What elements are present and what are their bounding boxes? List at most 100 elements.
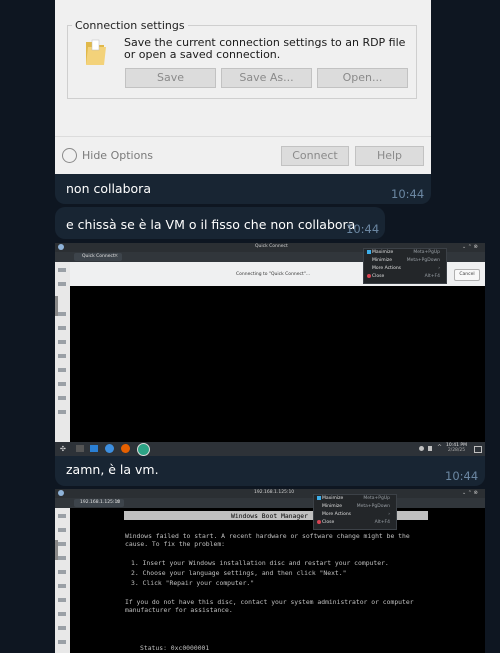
menu-item-label: Close <box>322 520 335 525</box>
chevron-up-icon[interactable]: ^ <box>437 444 442 451</box>
connecting-status: Connecting to "Quick Connect"... <box>236 272 311 277</box>
window-title: Quick Connect <box>255 244 288 249</box>
network-icon[interactable] <box>419 446 424 451</box>
toolbar-icon[interactable] <box>58 382 66 386</box>
toolbar-icon[interactable] <box>58 514 66 518</box>
message-time: 10:44 <box>445 469 479 483</box>
window-context-menu[interactable]: Maximize Meta+PgUp Minimize Meta+PgDown Mo… <box>363 248 447 284</box>
close-circle-icon <box>317 520 321 524</box>
toolbar-icon[interactable] <box>58 556 66 560</box>
boot-manager-title: Windows Boot Manager <box>231 512 308 520</box>
menu-item-shortcut: Meta+PgUp <box>413 250 440 255</box>
toolbar-icon[interactable] <box>58 354 66 358</box>
show-desktop-icon[interactable] <box>474 446 482 453</box>
app-icon <box>58 490 64 496</box>
boot-step: 1. Insert your Windows installation disc… <box>131 559 389 567</box>
close-circle-icon <box>367 274 371 278</box>
menu-item-minimize[interactable]: Minimize Meta+PgDown <box>314 503 396 511</box>
connection-settings-title: Connection settings <box>72 19 188 32</box>
file-manager-icon[interactable] <box>90 445 98 452</box>
toolbar-icon[interactable] <box>58 626 66 630</box>
toolbar-icon[interactable] <box>58 584 66 588</box>
save-button[interactable]: Save <box>125 68 216 88</box>
help-button[interactable]: Help <box>355 146 424 166</box>
folder-icon <box>86 39 106 65</box>
toolbar-icon[interactable] <box>58 528 66 532</box>
chevron-up-icon <box>62 147 77 163</box>
menu-item-label: Maximize <box>322 496 344 501</box>
boot-step: 3. Click "Repair your computer." <box>131 579 255 587</box>
menu-item-more-actions[interactable]: More Actions › <box>364 265 446 273</box>
message-text: non collabora <box>66 181 151 196</box>
toolbar-icon[interactable] <box>58 368 66 372</box>
boot-error-line: Windows failed to start. A recent hardwa… <box>125 532 410 540</box>
menu-item-label: Minimize <box>322 504 342 509</box>
remmina-sidebar <box>55 262 70 442</box>
boot-step: 2. Choose your language settings, and th… <box>131 569 347 577</box>
menu-item-label: More Actions <box>372 266 402 271</box>
toolbar-icon[interactable] <box>58 542 66 546</box>
menu-item-minimize[interactable]: Minimize Meta+PgDown <box>364 257 446 265</box>
open-button[interactable]: Open... <box>317 68 408 88</box>
window-controls-icon[interactable]: ⌄ ⌃ ⊗ <box>462 244 478 250</box>
menu-item-maximize[interactable]: Maximize Meta+PgUp <box>364 249 446 257</box>
app-launcher-icon[interactable]: ✣ <box>60 445 66 453</box>
message-text: e chissà se è la VM o il fisso che non c… <box>66 217 356 232</box>
sidebar-handle[interactable] <box>55 296 58 316</box>
boot-help-line: If you do not have this disc, contact yo… <box>125 598 414 606</box>
clock-date: 2/28/25 <box>447 448 466 453</box>
sidebar-handle[interactable] <box>55 540 58 560</box>
checkbox-icon <box>317 496 321 500</box>
toolbar-icon[interactable] <box>58 396 66 400</box>
chevron-right-icon: › <box>388 512 390 517</box>
menu-item-maximize[interactable]: Maximize Meta+PgUp <box>314 495 396 503</box>
message-time: 10:44 <box>346 222 380 236</box>
boot-status: Status: 0xc0000001 <box>140 644 210 652</box>
toolbar-icon[interactable] <box>58 612 66 616</box>
menu-item-shortcut: Meta+PgDown <box>406 258 440 263</box>
hide-options-button[interactable]: Hide Options <box>62 147 154 164</box>
menu-item-label: Maximize <box>372 250 394 255</box>
toolbar-icon[interactable] <box>58 268 66 272</box>
menu-item-shortcut: Meta+PgDown <box>356 504 390 509</box>
menu-item-close[interactable]: Close Alt+F4 <box>314 519 396 527</box>
tab-label: 192.168.1.125:10 <box>80 500 121 505</box>
boot-help-line: manufacturer for assistance. <box>125 606 233 614</box>
save-as-button[interactable]: Save As... <box>221 68 312 88</box>
menu-item-label: Minimize <box>372 258 392 263</box>
connect-button[interactable]: Connect <box>281 146 349 166</box>
toolbar-icon[interactable] <box>58 282 66 286</box>
boot-error-line: cause. To fix the problem: <box>125 540 226 548</box>
clipboard-icon[interactable] <box>428 446 432 451</box>
cancel-button[interactable]: Cancel <box>454 269 480 281</box>
menu-item-label: Close <box>372 274 385 279</box>
menu-item-shortcut: Alt+F4 <box>424 274 440 279</box>
toolbar-icon[interactable] <box>58 570 66 574</box>
hide-options-label: Hide Options <box>82 149 154 162</box>
pager-icon[interactable] <box>76 445 84 452</box>
checkbox-icon <box>367 250 371 254</box>
toolbar-icon[interactable] <box>58 598 66 602</box>
toolbar-icon[interactable] <box>58 410 66 414</box>
window-controls-icon[interactable]: ⌄ ⌃ ⊗ <box>462 490 478 496</box>
close-icon[interactable]: × <box>116 499 120 505</box>
toolbar-icon[interactable] <box>58 326 66 330</box>
menu-item-label: More Actions <box>322 512 352 517</box>
toolbar-icon[interactable] <box>58 312 66 316</box>
menu-item-shortcut: Meta+PgUp <box>363 496 390 501</box>
clock[interactable]: 10:41 PM 2/28/25 <box>446 443 467 453</box>
close-icon[interactable]: × <box>114 253 118 259</box>
message-text: zamn, è la vm. <box>66 462 159 477</box>
toolbar-icon[interactable] <box>58 340 66 344</box>
menu-item-close[interactable]: Close Alt+F4 <box>364 273 446 281</box>
discover-icon[interactable] <box>105 444 114 453</box>
divider <box>55 136 431 137</box>
window-context-menu[interactable]: Maximize Meta+PgUp Minimize Meta+PgDown Mo… <box>313 494 397 530</box>
chevron-right-icon: › <box>438 266 440 271</box>
menu-item-shortcut: Alt+F4 <box>374 520 390 525</box>
tab-label: Quick Connect <box>82 254 115 259</box>
menu-item-more-actions[interactable]: More Actions › <box>314 511 396 519</box>
firefox-icon[interactable] <box>121 444 130 453</box>
toolbar-icon[interactable] <box>58 640 66 644</box>
remmina-icon[interactable] <box>137 443 150 456</box>
